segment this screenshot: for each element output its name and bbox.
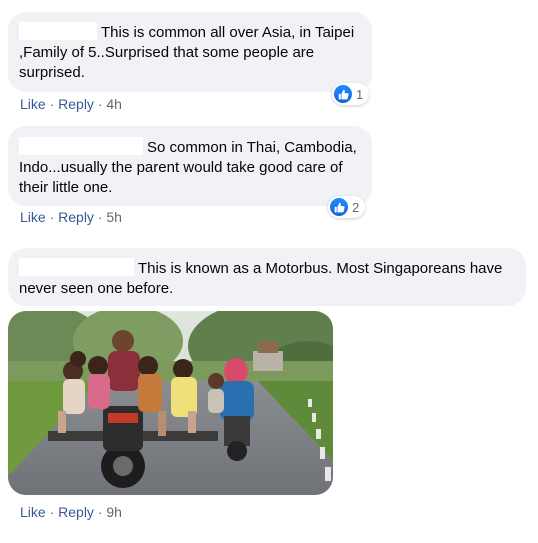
like-icon xyxy=(334,85,352,103)
reaction-count[interactable]: 1 xyxy=(332,83,370,105)
comment-bubble: So common in Thai, Cambodia, Indo...usua… xyxy=(8,126,372,206)
timestamp[interactable]: 9h xyxy=(106,504,122,520)
comment-actions: Like · Reply · 4h xyxy=(20,96,122,112)
reaction-count-label: 1 xyxy=(356,86,364,102)
comment-bubble: This is known as a Motorbus. Most Singap… xyxy=(8,248,526,306)
photo-family-on-motorbike xyxy=(8,311,333,495)
timestamp[interactable]: 4h xyxy=(106,96,122,112)
like-link[interactable]: Like xyxy=(20,96,46,112)
comment-actions: Like · Reply · 5h xyxy=(20,209,122,225)
like-link[interactable]: Like xyxy=(20,209,46,225)
comment-bubble: This is common all over Asia, in Taipei … xyxy=(8,12,372,92)
comment-photo[interactable] xyxy=(8,311,333,495)
reply-link[interactable]: Reply xyxy=(58,504,94,520)
redacted-author-name xyxy=(19,137,143,155)
redacted-author-name xyxy=(19,22,97,40)
redacted-author-name xyxy=(19,258,134,276)
comment-actions: Like · Reply · 9h xyxy=(20,504,122,520)
reaction-count[interactable]: 2 xyxy=(328,196,366,218)
reply-link[interactable]: Reply xyxy=(58,96,94,112)
reaction-count-label: 2 xyxy=(352,199,360,215)
timestamp[interactable]: 5h xyxy=(106,209,122,225)
like-link[interactable]: Like xyxy=(20,504,46,520)
like-icon xyxy=(330,198,348,216)
reply-link[interactable]: Reply xyxy=(58,209,94,225)
